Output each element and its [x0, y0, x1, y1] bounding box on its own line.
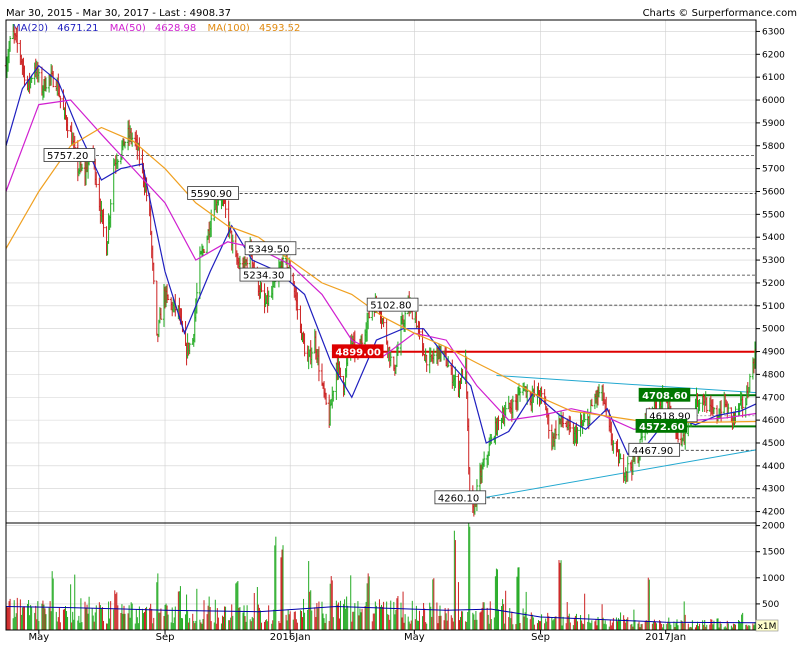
price-level-label: 4708.60	[642, 391, 688, 402]
chart-range-header: Mar 30, 2015 - Mar 30, 2017 - Last : 490…	[6, 8, 231, 19]
volume-average-line	[5, 605, 757, 624]
legend-ma20-value: 4671.21	[57, 23, 98, 34]
price-level-label: 5757.20	[47, 151, 88, 162]
price-tick-label: 4400	[762, 462, 785, 472]
price-tick-label: 4300	[762, 485, 785, 495]
price-level-label: 4260.10	[438, 493, 479, 504]
volume-tick-label: 500	[762, 600, 779, 610]
price-tick-label: 6000	[762, 96, 785, 106]
price-tick-label: 5000	[762, 325, 785, 335]
trendline	[496, 375, 757, 394]
price-level-label: 5234.30	[243, 271, 284, 282]
price-tick-label: 4900	[762, 348, 785, 358]
price-tick-label: 4600	[762, 416, 785, 426]
price-tick-label: 5100	[762, 302, 785, 312]
time-tick-label: 2017Jan	[645, 632, 686, 643]
price-tick-label: 6300	[762, 27, 785, 37]
trendlines	[469, 375, 757, 501]
volume-tick-label: 2000	[762, 522, 785, 532]
price-tick-label: 5300	[762, 256, 785, 266]
time-tick-label: 2016Jan	[270, 632, 311, 643]
time-tick-label: Sep	[156, 632, 175, 643]
legend-ma100-value: 4593.52	[259, 23, 300, 34]
stock-chart: Mar 30, 2015 - Mar 30, 2017 - Last : 490…	[0, 0, 805, 650]
price-level-label: 5349.50	[248, 244, 289, 255]
price-level-label: 4467.90	[632, 446, 673, 457]
price-tick-label: 5900	[762, 119, 785, 129]
volume-average	[5, 605, 757, 624]
volume-tick-label: 1000	[762, 574, 785, 584]
price-tick-label: 5600	[762, 187, 785, 197]
legend-ma100-label: MA(100)	[207, 23, 249, 34]
volume-panel-frame	[5, 522, 757, 631]
price-level-label: 5102.80	[370, 301, 411, 312]
price-tick-label: 5500	[762, 210, 785, 220]
price-level-label: 4572.60	[639, 422, 685, 433]
price-tick-label: 5800	[762, 142, 785, 152]
price-tick-label: 4800	[762, 370, 785, 380]
time-tick-label: May	[404, 632, 425, 643]
chart-credit: Charts © Surperformance.com	[643, 8, 797, 19]
time-tick-label: May	[28, 632, 49, 643]
price-tick-label: 5400	[762, 233, 785, 243]
price-level-label: 4899.00	[335, 347, 381, 358]
volume-tick-label: 1500	[762, 548, 785, 558]
price-level-labels: 5757.20 5590.90 5349.50 5234.30 5102.80 4899.…	[43, 148, 698, 504]
moving-average-line	[5, 99, 757, 430]
price-tick-label: 6100	[762, 73, 785, 83]
price-tick-label: 4200	[762, 508, 785, 518]
volume-axis: 500 1000 1500 2000	[756, 522, 785, 610]
price-axis: 4200 4300 4400 4500 4600 4700 4800 4900 5000 5100…	[756, 27, 785, 518]
legend-ma50-value: 4628.98	[155, 23, 196, 34]
price-tick-label: 5700	[762, 165, 785, 175]
chart-canvas: Mar 30, 2015 - Mar 30, 2017 - Last : 490…	[4, 8, 797, 643]
time-axis: May Sep 2016Jan May Sep 2017Jan	[28, 630, 686, 643]
volume-grid	[6, 523, 756, 630]
trendline	[469, 449, 757, 501]
price-tick-label: 6200	[762, 50, 785, 60]
price-tick-label: 5200	[762, 279, 785, 289]
volume-bars	[5, 523, 757, 630]
price-level-label: 5590.90	[191, 189, 232, 200]
time-tick-label: Sep	[531, 632, 550, 643]
legend-ma50-label: MA(50)	[110, 23, 146, 34]
price-tick-label: 4500	[762, 439, 785, 449]
price-tick-label: 4700	[762, 393, 785, 403]
volume-unit-label: x1M	[758, 622, 777, 632]
ma-legend: MA(20) 4671.21 MA(50) 4628.98 MA(100) 45…	[12, 23, 300, 34]
